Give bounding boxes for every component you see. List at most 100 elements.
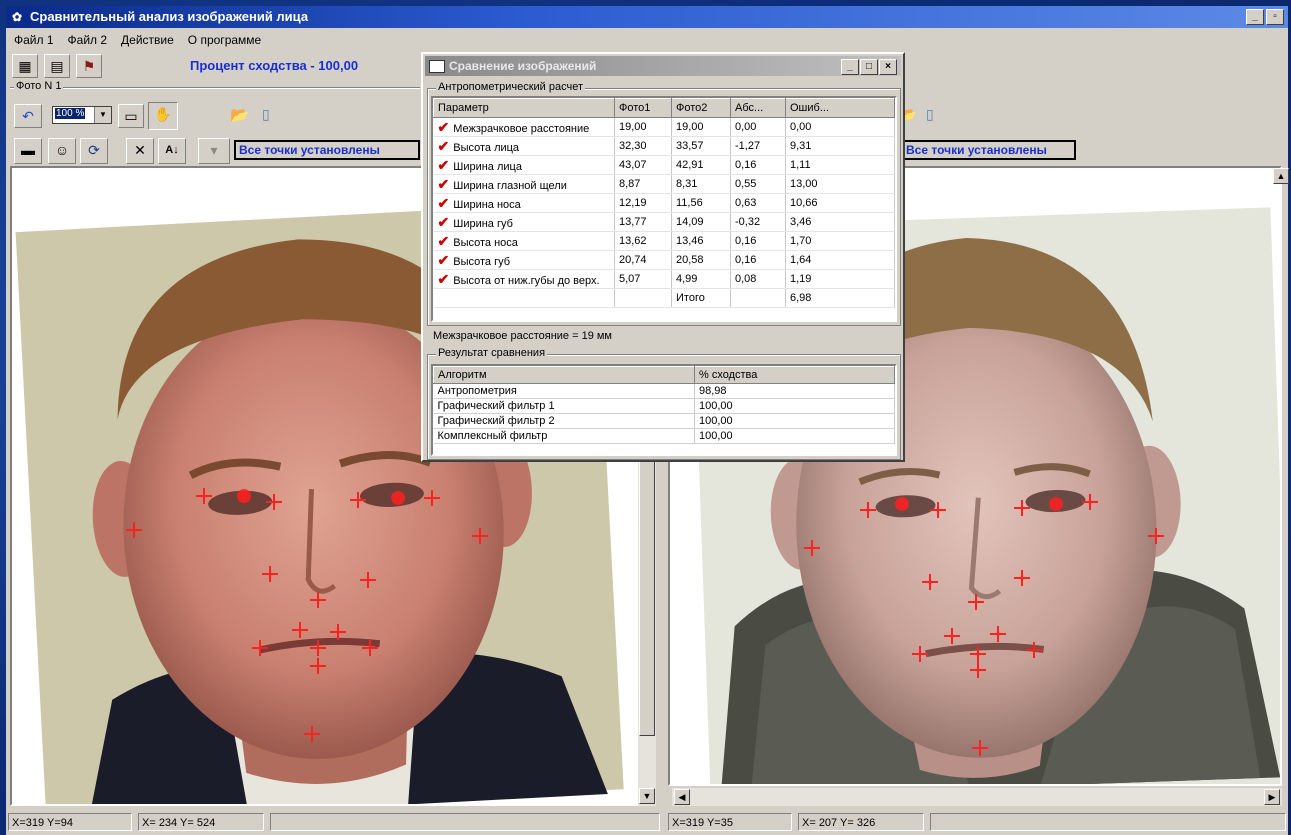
dialog-titlebar: Сравнение изображений _ □ × [425, 56, 901, 76]
landmark-point[interactable] [424, 490, 440, 506]
menu-action[interactable]: Действие [121, 30, 174, 50]
landmark-point[interactable] [472, 528, 488, 544]
col-abs[interactable]: Абс... [730, 98, 786, 118]
scroll-left-arrow-icon[interactable]: ◀ [674, 789, 690, 805]
landmark-point[interactable] [1049, 497, 1063, 511]
right-horizontal-scrollbar[interactable]: ◀ ▶ [672, 788, 1282, 806]
result-row[interactable]: Графический фильтр 2 100,00 [433, 413, 895, 429]
right-document-icon[interactable]: ▯ [926, 106, 934, 123]
col-error[interactable]: Ошиб... [785, 98, 895, 118]
hand-icon-button[interactable]: ✋ [148, 102, 178, 130]
maximize-button[interactable]: ▫ [1266, 9, 1284, 25]
camera-icon-button[interactable]: ▬ [14, 138, 42, 164]
menu-file2[interactable]: Файл 2 [68, 30, 108, 50]
table-row[interactable]: ✔ Межзрачковое расстояние 19,00 19,00 0,00 0,… [433, 117, 895, 137]
landmark-point[interactable] [266, 494, 282, 510]
dialog-maximize-button[interactable]: □ [860, 59, 878, 75]
scroll-up-arrow-icon[interactable]: ▲ [1273, 168, 1289, 184]
col-parameter[interactable]: Параметр [433, 98, 615, 118]
undo-icon-button[interactable]: ↶ [14, 104, 42, 128]
checkmark-icon[interactable]: ✔ [438, 157, 450, 173]
landmark-point[interactable] [196, 488, 212, 504]
landmark-point[interactable] [944, 628, 960, 644]
document-icon[interactable]: ▯ [262, 106, 270, 123]
landmark-point[interactable] [252, 640, 268, 656]
run-icon-button[interactable]: ⚑ [76, 54, 102, 78]
col-algorithm[interactable]: Алгоритм [433, 366, 695, 384]
landmark-point[interactable] [968, 594, 984, 610]
landmark-point[interactable] [970, 646, 986, 662]
scroll-right-arrow-icon[interactable]: ▶ [1264, 789, 1280, 805]
landmark-point[interactable] [262, 566, 278, 582]
landmark-point[interactable] [922, 574, 938, 590]
landmark-point[interactable] [292, 622, 308, 638]
rotate-icon-button[interactable]: ⟳ [80, 138, 108, 164]
table-row[interactable]: ✔ Высота носа 13,62 13,46 0,16 1,70 [433, 231, 895, 251]
menu-about[interactable]: О программе [188, 30, 261, 50]
checkmark-icon[interactable]: ✔ [438, 233, 450, 249]
landmark-point[interactable] [310, 640, 326, 656]
table-row[interactable]: ✔ Высота губ 20,74 20,58 0,16 1,64 [433, 250, 895, 270]
landmark-point[interactable] [391, 491, 405, 505]
checkmark-icon[interactable]: ✔ [438, 214, 450, 230]
table-row[interactable]: ✔ Ширина носа 12,19 11,56 0,63 10,66 [433, 193, 895, 213]
dialog-minimize-button[interactable]: _ [841, 59, 859, 75]
scroll-down-arrow-icon[interactable]: ▼ [639, 788, 655, 804]
delete-icon-button[interactable]: ✕ [126, 138, 154, 164]
landmark-point[interactable] [304, 726, 320, 742]
result-row[interactable]: Антропометрия 98,98 [433, 383, 895, 399]
landmark-point[interactable] [912, 646, 928, 662]
menu-file1[interactable]: Файл 1 [14, 30, 54, 50]
chevron-down-icon[interactable]: ▼ [94, 107, 111, 123]
param-cell: ✔ Ширина лица [433, 155, 615, 175]
landmark-point[interactable] [990, 626, 1006, 642]
table-row[interactable]: ✔ Ширина лица 43,07 42,91 0,16 1,11 [433, 155, 895, 175]
landmark-point[interactable] [237, 489, 251, 503]
checkmark-icon[interactable]: ✔ [438, 119, 450, 135]
landmark-point[interactable] [972, 740, 988, 756]
checkmark-icon[interactable]: ✔ [438, 271, 450, 287]
table-row[interactable]: ✔ Высота от ниж.губы до верх. 5,07 4,99 0,08… [433, 269, 895, 289]
landmark-point[interactable] [360, 572, 376, 588]
landmark-point[interactable] [1014, 570, 1030, 586]
checkmark-icon[interactable]: ✔ [438, 138, 450, 154]
minimize-button[interactable]: _ [1246, 9, 1264, 25]
result-row[interactable]: Графический фильтр 1 100,00 [433, 398, 895, 414]
table-row[interactable]: ✔ Ширина губ 13,77 14,09 -0,32 3,46 [433, 212, 895, 232]
zoom-select[interactable]: 100 % ▼ [52, 106, 112, 124]
landmark-point[interactable] [1082, 494, 1098, 510]
landmark-point[interactable] [350, 492, 366, 508]
col-photo1[interactable]: Фото1 [614, 98, 672, 118]
landmark-point[interactable] [1026, 642, 1042, 658]
face-icon-button[interactable]: ☺ [48, 138, 76, 164]
landmark-point[interactable] [1148, 528, 1164, 544]
result-row[interactable]: Комплексный фильтр 100,00 [433, 428, 895, 444]
sort-icon-button[interactable]: A↓ [158, 138, 186, 164]
landmark-point[interactable] [1014, 500, 1030, 516]
checkmark-icon[interactable]: ✔ [438, 195, 450, 211]
landmark-point[interactable] [970, 662, 986, 678]
landmark-point[interactable] [860, 502, 876, 518]
checkmark-icon[interactable]: ✔ [438, 252, 450, 268]
open-folder-icon[interactable]: 📂 [230, 106, 249, 124]
landmark-point[interactable] [362, 640, 378, 656]
landmark-point[interactable] [126, 522, 142, 538]
landmark-point[interactable] [930, 502, 946, 518]
result-table[interactable]: Алгоритм % сходства Антропометрия 98,98 Гр… [431, 364, 897, 456]
dialog-close-button[interactable]: × [879, 59, 897, 75]
dropdown-icon-button[interactable]: ▾ [198, 138, 230, 164]
table-icon-button[interactable]: ▦ [12, 54, 38, 78]
landmark-point[interactable] [310, 658, 326, 674]
landmark-point[interactable] [804, 540, 820, 556]
landmark-point[interactable] [310, 592, 326, 608]
landmark-point[interactable] [330, 624, 346, 640]
anthropometric-table[interactable]: Параметр Фото1 Фото2 Абс... Ошиб... ✔ Меж… [431, 96, 897, 322]
table-row[interactable]: ✔ Высота лица 32,30 33,57 -1,27 9,31 [433, 136, 895, 156]
checkmark-icon[interactable]: ✔ [438, 176, 450, 192]
col-similarity[interactable]: % сходства [694, 366, 895, 384]
table-row[interactable]: ✔ Ширина глазной щели 8,87 8,31 0,55 13,00 [433, 174, 895, 194]
landmark-point[interactable] [895, 497, 909, 511]
select-rect-icon-button[interactable]: ▭ [118, 104, 144, 128]
col-photo2[interactable]: Фото2 [671, 98, 731, 118]
calculator-icon-button[interactable]: ▤ [44, 54, 70, 78]
